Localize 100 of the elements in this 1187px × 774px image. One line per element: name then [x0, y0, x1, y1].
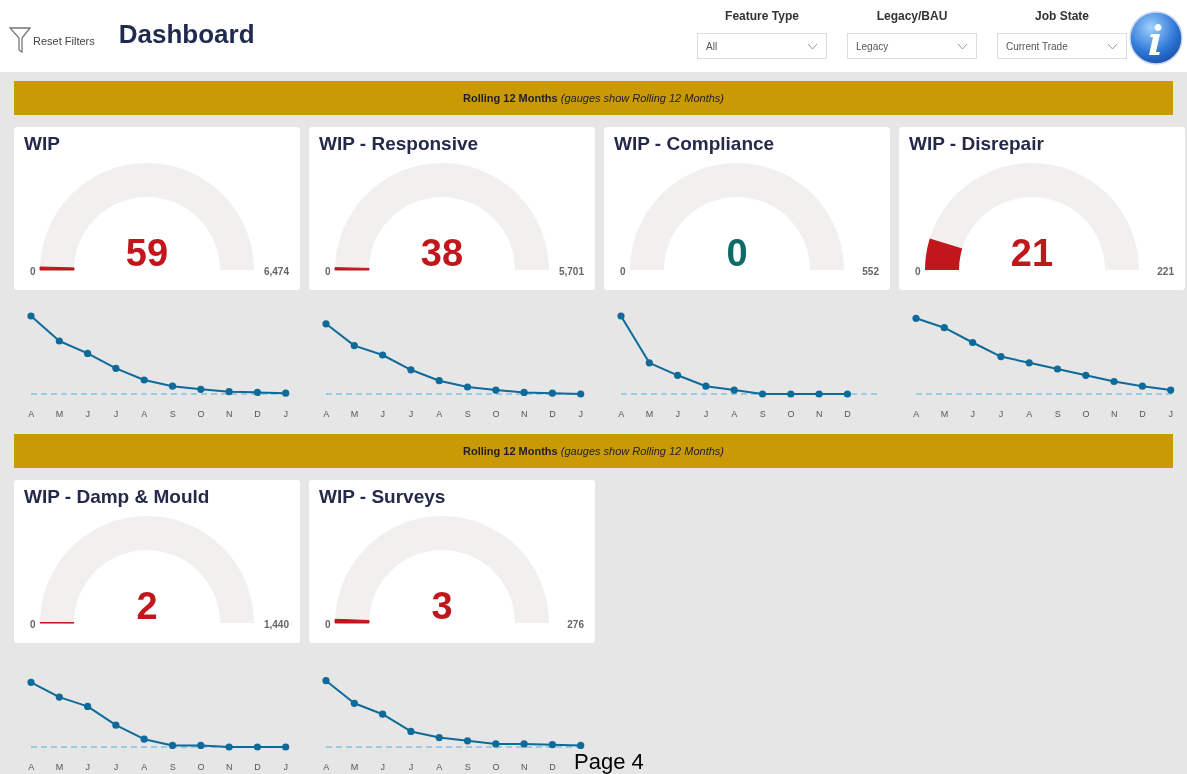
month-label: D: [843, 408, 852, 421]
month-label: N: [519, 761, 529, 774]
data-point: [27, 678, 35, 686]
gauge-fill: [39, 266, 75, 271]
month-label: J: [112, 408, 120, 421]
month-label: M: [349, 761, 360, 774]
data-point: [997, 353, 1005, 361]
month-label: J: [674, 408, 681, 421]
month-label: M: [349, 408, 360, 421]
data-point: [350, 342, 358, 350]
gauge-fill: [334, 267, 370, 271]
data-point: [617, 312, 625, 320]
gauge-min: 0: [325, 619, 331, 630]
month-label: M: [54, 408, 65, 421]
gauge-value: 3: [431, 585, 453, 627]
month-label: J: [407, 761, 415, 774]
card-title: WIP - Disrepair: [908, 132, 1045, 156]
month-label: A: [27, 408, 36, 421]
slicer-dropdown[interactable]: Current Trade: [997, 33, 1127, 59]
month-label: A: [912, 408, 921, 421]
data-point: [140, 735, 148, 743]
chevron-down-icon: [957, 42, 968, 50]
slicer-dropdown[interactable]: All: [697, 33, 827, 59]
data-point: [112, 721, 120, 729]
month-label: J: [112, 761, 120, 774]
section-banner: Rolling 12 Months (gauges show Rolling 12 Months): [14, 434, 1173, 468]
data-point: [702, 382, 710, 390]
data-point: [379, 710, 387, 718]
month-label: N: [224, 761, 234, 774]
month-label: S: [463, 761, 472, 774]
data-point: [1025, 359, 1033, 367]
data-point: [674, 371, 682, 379]
month-label: J: [282, 761, 290, 774]
month-label: D: [1138, 408, 1147, 421]
data-point: [322, 320, 330, 328]
month-label: J: [84, 761, 91, 774]
section-banner: Rolling 12 Months (gauges show Rolling 12 Months): [14, 81, 1173, 115]
data-point: [463, 383, 472, 391]
data-point: [492, 740, 500, 748]
data-point: [1082, 371, 1090, 379]
dashboard-title: Dashboard: [118, 17, 255, 51]
month-label: J: [702, 408, 710, 421]
month-label: J: [407, 408, 415, 421]
month-label: M: [939, 408, 950, 421]
month-label: D: [548, 761, 557, 774]
month-label: S: [168, 761, 177, 774]
month-label: O: [1081, 408, 1091, 421]
chevron-down-icon: [1107, 42, 1118, 50]
gauge-min: 0: [915, 266, 921, 277]
data-point: [492, 386, 500, 394]
filter-icon: [9, 27, 31, 53]
slicer-dropdown[interactable]: Legacy: [847, 33, 977, 59]
gauge-fill: [925, 238, 963, 270]
data-point: [520, 740, 528, 748]
month-label: A: [617, 408, 626, 421]
month-label: D: [253, 408, 262, 421]
card-title: WIP - Damp & Mould: [23, 485, 211, 509]
data-point: [577, 741, 585, 749]
slicer-label: Legacy/BAU: [876, 8, 948, 25]
data-point: [843, 390, 851, 398]
month-label: A: [435, 761, 444, 774]
data-point: [1053, 365, 1062, 373]
data-point: [912, 314, 920, 322]
month-label: A: [322, 761, 331, 774]
data-point: [1167, 386, 1175, 394]
data-point: [758, 390, 767, 398]
data-point: [84, 702, 92, 710]
gauge-max: 5,701: [558, 266, 584, 277]
month-label: A: [730, 408, 739, 421]
month-label: N: [519, 408, 529, 421]
data-point: [815, 390, 823, 398]
month-label: J: [1167, 408, 1175, 421]
data-point: [55, 337, 63, 345]
month-label: D: [548, 408, 557, 421]
month-label: A: [1025, 408, 1034, 421]
data-point: [225, 388, 233, 396]
info-icon[interactable]: [1129, 10, 1183, 66]
data-point: [282, 389, 290, 397]
gauge-value: 21: [1010, 232, 1054, 274]
gauge-max: 276: [567, 619, 584, 630]
month-label: J: [379, 408, 386, 421]
gauge-min: 0: [30, 266, 36, 277]
month-label: A: [322, 408, 331, 421]
month-label: O: [491, 408, 501, 421]
month-label: J: [577, 408, 585, 421]
data-point: [1110, 377, 1118, 386]
data-point: [322, 677, 330, 685]
gauge-value: 0: [726, 232, 748, 274]
data-point: [435, 734, 443, 742]
data-point: [84, 349, 92, 357]
gauge-value: 2: [136, 585, 158, 627]
data-point: [463, 737, 472, 745]
data-point: [27, 312, 35, 320]
gauge-max: 552: [862, 266, 879, 277]
gauge-value: 59: [125, 232, 169, 274]
month-label: O: [491, 761, 501, 774]
reset-filters-button[interactable]: Reset Filters: [9, 27, 95, 53]
month-label: J: [84, 408, 91, 421]
data-point: [940, 324, 948, 332]
data-point: [350, 699, 358, 707]
